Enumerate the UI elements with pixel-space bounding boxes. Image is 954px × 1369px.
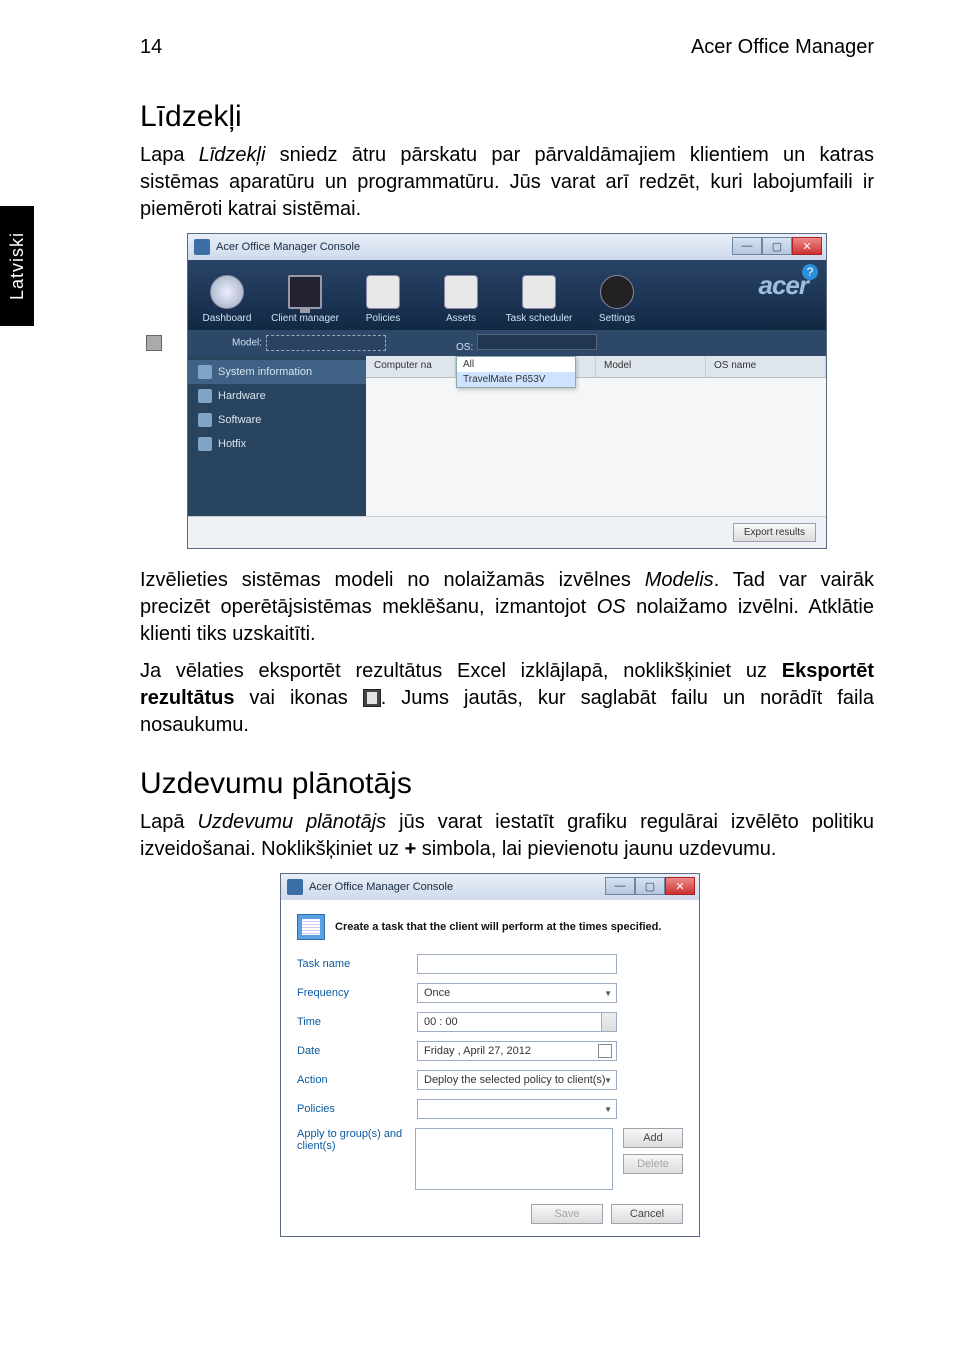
nav-assets[interactable]: Assets — [422, 271, 500, 330]
close-button[interactable]: ✕ — [792, 237, 822, 255]
label-time: Time — [297, 1016, 417, 1028]
info-icon — [198, 365, 212, 379]
section-scheduler-title: Uzdevumu plānotājs — [140, 767, 874, 801]
scheduler-icon — [522, 275, 556, 309]
dialog-title: Acer Office Manager Console — [309, 881, 453, 893]
model-select[interactable] — [266, 335, 386, 351]
time-input[interactable]: 00 : 00 — [417, 1012, 617, 1032]
frequency-select[interactable]: Once — [417, 983, 617, 1003]
label-apply-to: Apply to group(s) and client(s) — [297, 1128, 415, 1152]
col-os-name: OS name — [706, 356, 826, 377]
export-icon[interactable] — [146, 335, 162, 351]
nav-settings[interactable]: Settings — [578, 271, 656, 330]
date-input[interactable]: Friday , April 27, 2012 — [417, 1041, 617, 1061]
software-icon — [198, 413, 212, 427]
label-task-name: Task name — [297, 958, 417, 970]
delete-button[interactable]: Delete — [623, 1154, 683, 1174]
nav-dashboard[interactable]: Dashboard — [188, 271, 266, 330]
nav-task-scheduler[interactable]: Task scheduler — [500, 271, 578, 330]
dialog-heading-text: Create a task that the client will perfo… — [335, 921, 661, 933]
section-lidzekli-p3: Ja vēlaties eksportēt rezultātus Excel i… — [140, 658, 874, 739]
header-product: Acer Office Manager — [691, 36, 874, 59]
action-select[interactable]: Deploy the selected policy to client(s) — [417, 1070, 617, 1090]
maximize-button[interactable]: ▢ — [635, 877, 665, 895]
assets-icon — [444, 275, 478, 309]
sidebar-item-hotfix[interactable]: Hotfix — [188, 432, 366, 456]
label-policies: Policies — [297, 1103, 417, 1115]
save-button[interactable]: Save — [531, 1204, 603, 1224]
sidebar-item-system-information[interactable]: System information — [188, 360, 366, 384]
policies-icon — [366, 275, 400, 309]
app-icon — [194, 239, 210, 255]
add-button[interactable]: Add — [623, 1128, 683, 1148]
calendar-icon — [297, 914, 325, 940]
export-results-button[interactable]: Export results — [733, 523, 816, 542]
minimize-button[interactable]: — — [605, 877, 635, 895]
col-computer-name: Computer na — [366, 356, 456, 377]
os-select[interactable] — [477, 334, 597, 350]
page-number: 14 — [140, 36, 162, 59]
label-frequency: Frequency — [297, 987, 417, 999]
assets-sidebar: System information Hardware Software Hot… — [188, 356, 366, 516]
language-tab: Latviski — [0, 206, 34, 326]
section-scheduler-p1: Lapā Uzdevumu plānotājs jūs varat iestat… — [140, 809, 874, 863]
label-date: Date — [297, 1045, 417, 1057]
model-dropdown[interactable]: All TravelMate P653V — [456, 356, 576, 388]
sidebar-item-hardware[interactable]: Hardware — [188, 384, 366, 408]
minimize-button[interactable]: — — [732, 237, 762, 255]
maximize-button[interactable]: ▢ — [762, 237, 792, 255]
model-label: Model: — [232, 338, 262, 349]
language-tab-label: Latviski — [7, 232, 28, 300]
settings-icon — [600, 275, 634, 309]
section-lidzekli-p1: Lapa Līdzekļi sniedz ātru pārskatu par p… — [140, 142, 874, 223]
datepicker-icon[interactable] — [598, 1044, 612, 1058]
dialog-body: Create a task that the client will perfo… — [281, 900, 699, 1236]
model-option-all[interactable]: All — [457, 357, 575, 372]
dialog-title-bar: Acer Office Manager Console — ▢ ✕ — [281, 874, 699, 900]
filter-toolbar: Model: OS: — [188, 330, 826, 356]
dialog-heading: Create a task that the client will perfo… — [297, 914, 683, 940]
apply-listbox[interactable] — [415, 1128, 613, 1190]
hotfix-icon — [198, 437, 212, 451]
assets-footer: Export results — [188, 516, 826, 548]
main-nav: ? acer Dashboard Client manager Policies… — [188, 260, 826, 330]
nav-policies[interactable]: Policies — [344, 271, 422, 330]
brand-logo: acer — [759, 270, 809, 301]
label-action: Action — [297, 1074, 417, 1086]
model-option-travelmate[interactable]: TravelMate P653V — [457, 372, 575, 387]
dialog-footer: Save Cancel — [297, 1204, 683, 1224]
dashboard-icon — [210, 275, 244, 309]
cancel-button[interactable]: Cancel — [611, 1204, 683, 1224]
assets-main: Computer na Model OS name All TravelMate… — [366, 356, 826, 516]
sidebar-item-software[interactable]: Software — [188, 408, 366, 432]
assets-console-screenshot: Acer Office Manager Console — ▢ ✕ ? acer… — [187, 233, 827, 549]
section-lidzekli-title: Līdzekļi — [140, 100, 874, 134]
os-label: OS: — [456, 342, 473, 353]
table-header: Computer na Model OS name — [366, 356, 826, 378]
app-icon — [287, 879, 303, 895]
export-inline-icon — [363, 689, 381, 707]
nav-client-manager[interactable]: Client manager — [266, 271, 344, 330]
window-title-bar: Acer Office Manager Console — ▢ ✕ — [188, 234, 826, 260]
col-model: Model — [596, 356, 706, 377]
policies-select[interactable] — [417, 1099, 617, 1119]
content: Līdzekļi Lapa Līdzekļi sniedz ātru pārsk… — [140, 90, 874, 1237]
close-button[interactable]: ✕ — [665, 877, 695, 895]
section-lidzekli-p2: Izvēlieties sistēmas modeli no nolaižamā… — [140, 567, 874, 648]
hardware-icon — [198, 389, 212, 403]
client-icon — [288, 275, 322, 309]
task-name-input[interactable] — [417, 954, 617, 974]
window-title: Acer Office Manager Console — [216, 241, 360, 253]
scheduler-dialog-screenshot: Acer Office Manager Console — ▢ ✕ Create… — [280, 873, 700, 1237]
